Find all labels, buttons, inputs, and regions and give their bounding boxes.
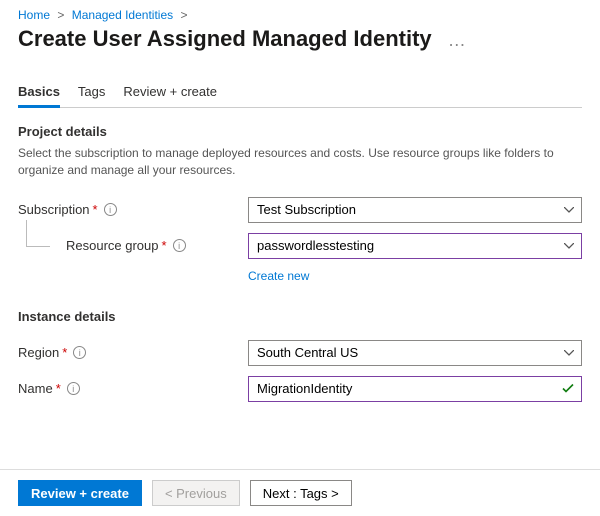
region-label: Region * i xyxy=(18,345,248,360)
tab-tags[interactable]: Tags xyxy=(78,78,105,107)
name-label: Name * i xyxy=(18,381,248,396)
breadcrumb-managed-identities[interactable]: Managed Identities xyxy=(72,8,173,22)
subscription-select[interactable] xyxy=(248,197,582,223)
tab-bar: Basics Tags Review + create xyxy=(18,78,582,108)
info-icon[interactable]: i xyxy=(173,239,186,252)
subscription-label: Subscription * i xyxy=(18,202,248,217)
required-indicator: * xyxy=(93,202,98,217)
breadcrumb-separator: > xyxy=(180,8,187,22)
create-new-resource-group-link[interactable]: Create new xyxy=(248,269,309,283)
info-icon[interactable]: i xyxy=(73,346,86,359)
overflow-icon[interactable]: … xyxy=(448,30,466,50)
review-create-button[interactable]: Review + create xyxy=(18,480,142,506)
tab-basics[interactable]: Basics xyxy=(18,78,60,108)
region-select[interactable] xyxy=(248,340,582,366)
required-indicator: * xyxy=(162,238,167,253)
next-button[interactable]: Next : Tags > xyxy=(250,480,352,506)
project-details-heading: Project details xyxy=(18,124,582,139)
page-title: Create User Assigned Managed Identity … xyxy=(18,26,582,52)
instance-details-heading: Instance details xyxy=(18,309,582,324)
required-indicator: * xyxy=(62,345,67,360)
breadcrumb-home[interactable]: Home xyxy=(18,8,50,22)
project-details-description: Select the subscription to manage deploy… xyxy=(18,145,582,179)
tab-review-create[interactable]: Review + create xyxy=(123,78,217,107)
info-icon[interactable]: i xyxy=(104,203,117,216)
previous-button: < Previous xyxy=(152,480,240,506)
resource-group-label: Resource group * i xyxy=(18,238,248,253)
footer-bar: Review + create < Previous Next : Tags > xyxy=(0,469,600,516)
resource-group-select[interactable] xyxy=(248,233,582,259)
info-icon[interactable]: i xyxy=(67,382,80,395)
check-icon xyxy=(562,381,574,396)
name-input[interactable] xyxy=(248,376,582,402)
breadcrumb: Home > Managed Identities > xyxy=(18,8,582,22)
required-indicator: * xyxy=(56,381,61,396)
breadcrumb-separator: > xyxy=(57,8,64,22)
